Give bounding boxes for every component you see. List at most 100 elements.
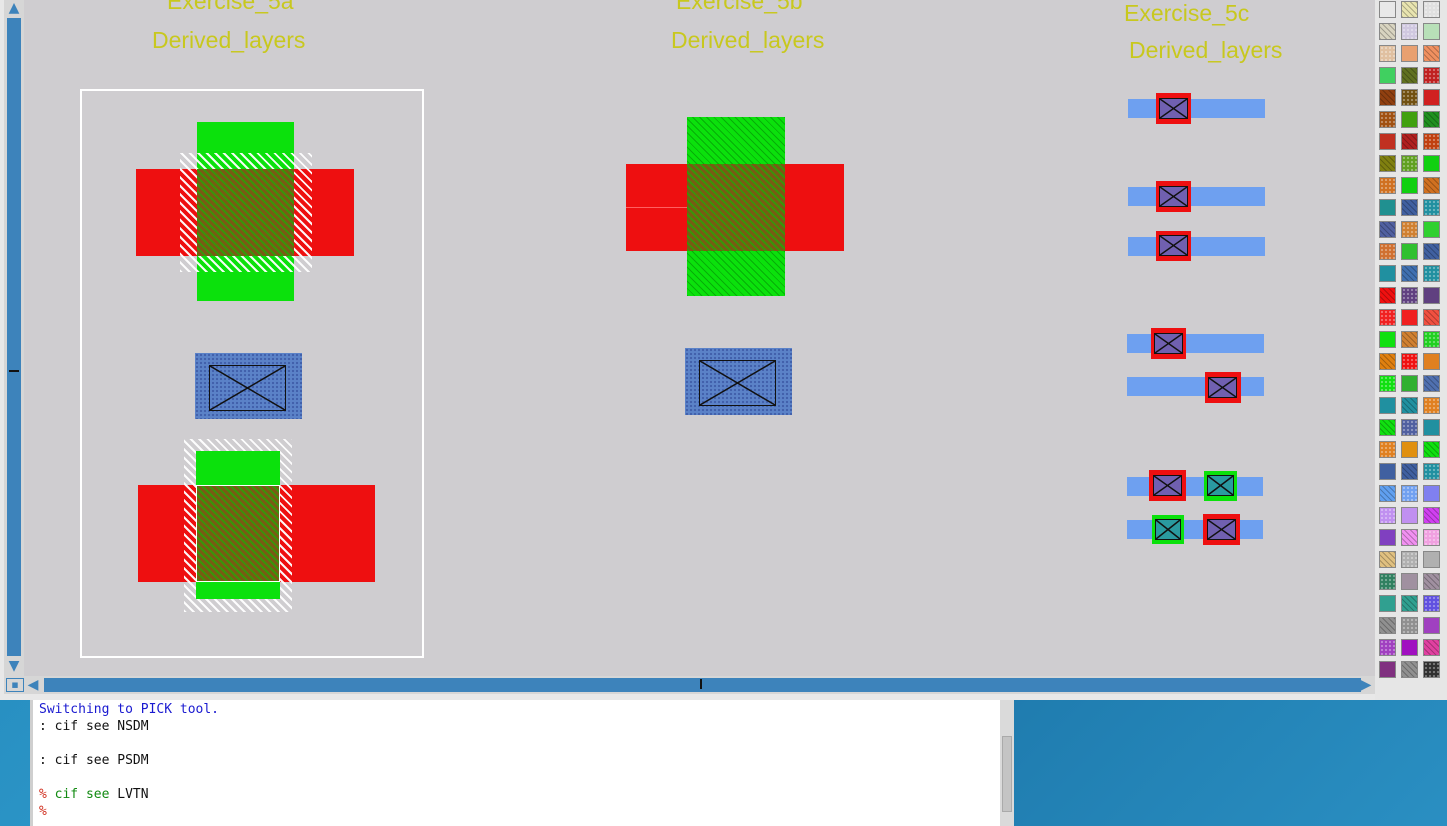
layer-swatch[interactable] <box>1423 375 1440 392</box>
gate-region-2[interactable] <box>196 485 280 582</box>
vertical-scrollbar[interactable]: ▲ ▼ <box>4 0 24 676</box>
via-cross-icon[interactable] <box>1159 235 1188 256</box>
via-cross-icon[interactable] <box>1154 333 1183 354</box>
layer-swatch[interactable] <box>1401 265 1418 282</box>
layer-swatch[interactable] <box>1423 573 1440 590</box>
layer-swatch[interactable] <box>1423 1 1440 18</box>
layout-canvas[interactable]: Exercise_5a Derived_layers Exercise_5b D… <box>24 0 1375 676</box>
layer-swatch[interactable] <box>1401 661 1418 678</box>
arrow-left-icon[interactable]: ◀ <box>24 677 42 693</box>
layer-swatch[interactable] <box>1423 639 1440 656</box>
layer-swatch[interactable] <box>1423 89 1440 106</box>
layer-swatch[interactable] <box>1401 111 1418 128</box>
layer-swatch[interactable] <box>1379 331 1396 348</box>
layer-swatch[interactable] <box>1379 45 1396 62</box>
layer-swatch[interactable] <box>1379 573 1396 590</box>
layer-swatch[interactable] <box>1379 199 1396 216</box>
via-cross-icon[interactable] <box>1207 519 1236 540</box>
arrow-right-icon[interactable]: ▶ <box>1357 677 1375 693</box>
horizontal-scrollbar[interactable]: ▪ ◀ ▶ <box>4 676 1375 694</box>
arrow-down-icon[interactable]: ▼ <box>5 658 23 674</box>
metal-bar[interactable] <box>1127 334 1264 353</box>
layer-swatch[interactable] <box>1401 353 1418 370</box>
layer-swatch[interactable] <box>1379 265 1396 282</box>
layer-swatch[interactable] <box>1379 463 1396 480</box>
layer-swatch[interactable] <box>1423 419 1440 436</box>
layer-swatch[interactable] <box>1401 287 1418 304</box>
layer-swatch[interactable] <box>1401 397 1418 414</box>
via-cross-icon[interactable] <box>1155 519 1181 540</box>
metal-bar[interactable] <box>1128 99 1265 118</box>
console-scroll-thumb[interactable] <box>1002 736 1012 812</box>
layer-swatch[interactable] <box>1401 309 1418 326</box>
metal-bar[interactable] <box>1128 237 1265 256</box>
layer-swatch[interactable] <box>1401 573 1418 590</box>
layer-swatch[interactable] <box>1401 221 1418 238</box>
horizontal-scroll-thumb[interactable] <box>700 679 702 689</box>
layer-swatch[interactable] <box>1379 221 1396 238</box>
layer-swatch[interactable] <box>1401 45 1418 62</box>
layer-swatch[interactable] <box>1379 419 1396 436</box>
metal-bar[interactable] <box>1127 477 1263 496</box>
layer-swatch[interactable] <box>1401 507 1418 524</box>
metal-bar[interactable] <box>1127 520 1263 539</box>
layer-swatch[interactable] <box>1401 199 1418 216</box>
layer-swatch[interactable] <box>1423 463 1440 480</box>
arrow-up-icon[interactable]: ▲ <box>5 0 23 16</box>
layer-swatch[interactable] <box>1401 375 1418 392</box>
layer-swatch[interactable] <box>1379 529 1396 546</box>
layer-swatch[interactable] <box>1401 529 1418 546</box>
via-cross-icon[interactable] <box>1159 186 1188 207</box>
layer-swatch[interactable] <box>1423 331 1440 348</box>
layer-swatch[interactable] <box>1379 133 1396 150</box>
via-cross-icon[interactable] <box>1208 377 1237 398</box>
layer-swatch[interactable] <box>1423 309 1440 326</box>
layer-swatch[interactable] <box>1379 89 1396 106</box>
layer-swatch[interactable] <box>1423 45 1440 62</box>
layer-swatch[interactable] <box>1423 23 1440 40</box>
layer-swatch[interactable] <box>1423 397 1440 414</box>
layer-swatch[interactable] <box>1423 287 1440 304</box>
contact-cross-icon[interactable] <box>209 365 286 411</box>
layer-swatch[interactable] <box>1423 507 1440 524</box>
layer-swatch[interactable] <box>1401 485 1418 502</box>
metal-bar[interactable] <box>1127 377 1264 396</box>
layer-swatch[interactable] <box>1423 617 1440 634</box>
layer-swatch[interactable] <box>1401 177 1418 194</box>
layer-swatch[interactable] <box>1401 133 1418 150</box>
layer-swatch[interactable] <box>1423 133 1440 150</box>
layer-swatch[interactable] <box>1423 529 1440 546</box>
layer-swatch[interactable] <box>1379 23 1396 40</box>
layer-swatch[interactable] <box>1379 441 1396 458</box>
layer-swatch[interactable] <box>1401 243 1418 260</box>
gate-region-5b[interactable] <box>687 164 785 251</box>
layer-swatch[interactable] <box>1423 441 1440 458</box>
layer-swatch[interactable] <box>1423 199 1440 216</box>
gate-region[interactable] <box>197 169 294 256</box>
layer-swatch[interactable] <box>1401 89 1418 106</box>
zoom-box-icon[interactable]: ▪ <box>6 678 24 692</box>
layer-swatch[interactable] <box>1401 331 1418 348</box>
layer-swatch[interactable] <box>1401 551 1418 568</box>
layer-swatch[interactable] <box>1379 507 1396 524</box>
layer-swatch[interactable] <box>1379 353 1396 370</box>
layer-swatch[interactable] <box>1401 617 1418 634</box>
layer-swatch[interactable] <box>1379 155 1396 172</box>
via-cross-icon[interactable] <box>1207 475 1234 496</box>
vertical-scroll-thumb[interactable] <box>9 370 19 372</box>
layer-swatch[interactable] <box>1379 595 1396 612</box>
layer-swatch[interactable] <box>1423 353 1440 370</box>
layer-swatch[interactable] <box>1401 419 1418 436</box>
layer-swatch[interactable] <box>1379 375 1396 392</box>
layer-swatch[interactable] <box>1379 111 1396 128</box>
layer-swatch[interactable] <box>1423 595 1440 612</box>
layer-swatch[interactable] <box>1401 23 1418 40</box>
horizontal-scroll-track[interactable] <box>44 678 1361 692</box>
layer-swatch[interactable] <box>1423 551 1440 568</box>
layer-swatch[interactable] <box>1423 67 1440 84</box>
layer-swatch[interactable] <box>1379 661 1396 678</box>
layer-swatch[interactable] <box>1401 67 1418 84</box>
layer-swatch[interactable] <box>1401 441 1418 458</box>
console-window[interactable]: Switching to PICK tool.: cif see NSDM: c… <box>30 700 1003 826</box>
layer-swatch[interactable] <box>1379 287 1396 304</box>
